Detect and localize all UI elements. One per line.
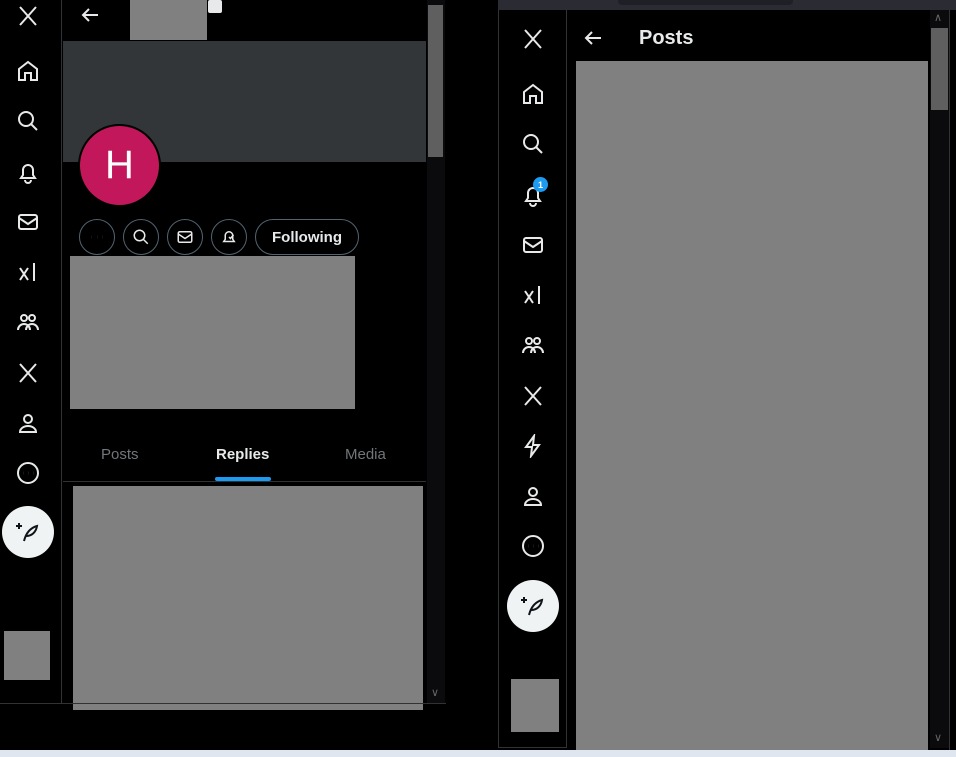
address-bar[interactable] [618,0,793,5]
tabs-divider [63,481,426,482]
scroll-up-arrow-icon[interactable]: ∧ [934,11,942,24]
messages-icon[interactable] [15,209,41,235]
desktop-strip [0,750,956,757]
compose-post-button[interactable] [507,580,559,632]
notify-bell-button[interactable] [211,219,247,255]
account-avatar[interactable] [511,679,559,732]
message-button[interactable] [167,219,203,255]
right-window-border [949,10,956,750]
feather-plus-icon [16,523,39,542]
right-scrollbar[interactable] [930,10,949,748]
compose-post-button[interactable] [2,506,54,558]
search-icon[interactable] [520,131,546,157]
left-window-bottom-border [0,703,446,704]
grok-icon[interactable] [15,259,41,285]
profile-icon[interactable] [520,483,546,509]
x-logo-icon[interactable] [520,26,546,52]
profile-name-redacted [130,0,207,40]
more-icon[interactable] [520,533,546,559]
home-icon[interactable] [15,58,41,84]
back-arrow-icon[interactable] [580,25,606,51]
communities-icon[interactable] [15,309,41,335]
profile-bio-redacted [70,256,355,409]
notification-badge: 1 [533,177,548,192]
tab-replies[interactable]: Replies [216,446,269,463]
grok-icon[interactable] [520,282,546,308]
page-title: Posts [639,27,694,49]
profile-icon[interactable] [15,410,41,436]
left-sidebar [0,0,62,703]
left-scrollbar-thumb[interactable] [428,5,443,157]
right-sidebar: 1 [498,10,567,748]
more-options-button[interactable] [79,219,115,255]
x-logo-icon[interactable] [15,3,41,29]
premium-x-icon[interactable] [15,360,41,386]
account-avatar[interactable] [4,631,50,680]
tab-posts[interactable]: Posts [101,446,139,463]
home-icon[interactable] [520,81,546,107]
search-profile-button[interactable] [123,219,159,255]
scroll-down-arrow-icon[interactable]: ∨ [431,686,439,699]
feather-plus-icon [521,597,544,616]
following-button[interactable]: Following [255,219,359,255]
notifications-icon[interactable] [15,159,41,185]
back-arrow-icon[interactable] [77,2,103,28]
tab-media[interactable]: Media [345,446,386,463]
scroll-down-arrow-icon[interactable]: ∨ [934,731,942,744]
search-icon[interactable] [15,108,41,134]
communities-icon[interactable] [520,332,546,358]
post-content-redacted [576,61,928,751]
lightning-icon[interactable] [520,433,546,459]
reply-content-redacted [73,486,423,710]
lock-icon [208,0,222,13]
more-icon[interactable] [15,460,41,486]
profile-avatar[interactable]: H [78,124,161,207]
right-scrollbar-thumb[interactable] [931,28,948,110]
messages-icon[interactable] [520,232,546,258]
premium-x-icon[interactable] [520,383,546,409]
